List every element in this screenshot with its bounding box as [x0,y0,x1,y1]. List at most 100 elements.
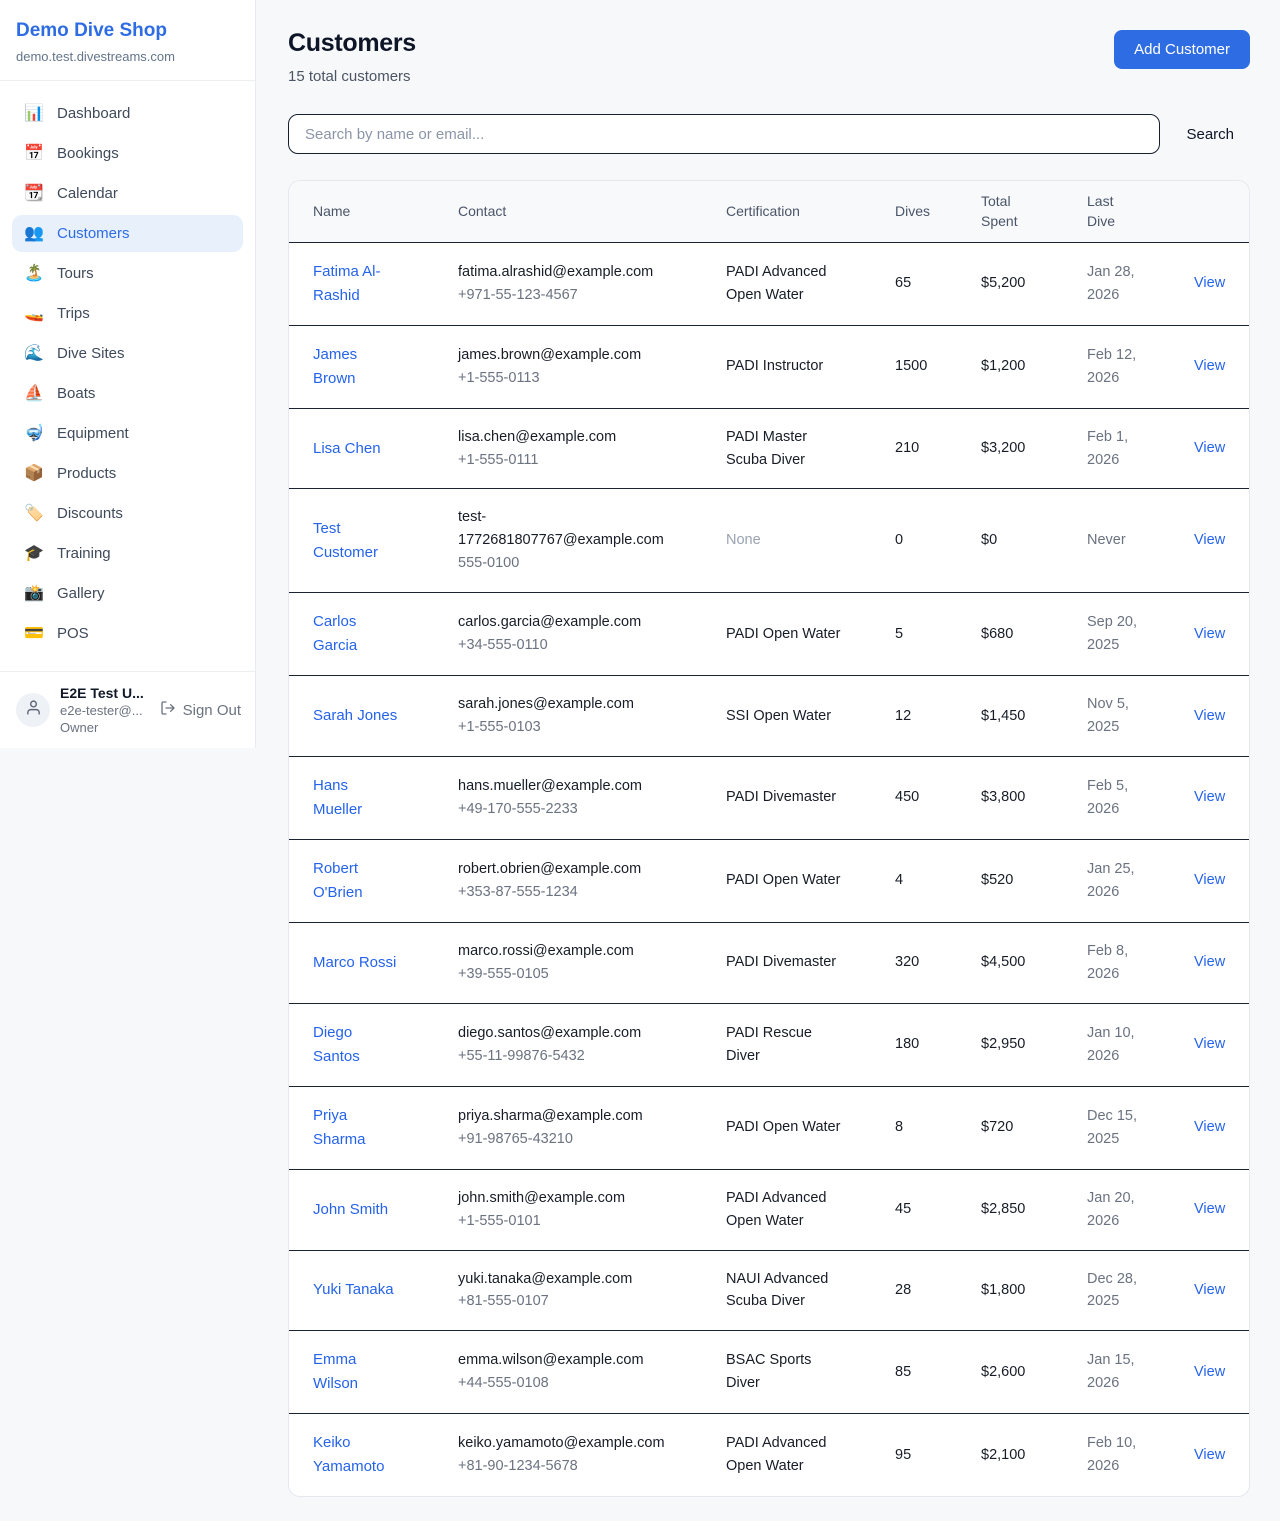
customers-table: NameContactCertificationDivesTotal Spent… [289,181,1249,1496]
customer-name-link[interactable]: Keiko Yamamoto [313,1431,401,1479]
sidebar-item-bookings[interactable]: 📅 Bookings [12,135,243,172]
customer-total-spent: $1,200 [965,325,1071,408]
customer-name-link[interactable]: Diego Santos [313,1021,401,1069]
view-customer-link[interactable]: View [1194,789,1225,805]
boats-icon: ⛵ [24,386,44,402]
sidebar-item-training[interactable]: 🎓 Training [12,535,243,572]
customer-name-link[interactable]: Fatima Al-Rashid [313,260,401,308]
customer-phone: +49-170-555-2233 [458,798,694,821]
sidebar-item-trips[interactable]: 🚤 Trips [12,295,243,332]
tours-icon: 🏝️ [24,266,44,282]
table-row: Robert O'Brien robert.obrien@example.com… [289,839,1249,922]
view-customer-link[interactable]: View [1194,1447,1225,1463]
page-header: Customers 15 total customers Add Custome… [288,26,1250,85]
customer-dives: 450 [879,756,965,839]
customer-certification: PADI Open Water [726,623,840,646]
search-input[interactable] [288,114,1160,154]
sidebar-item-dashboard[interactable]: 📊 Dashboard [12,95,243,132]
customer-certification: PADI Divemaster [726,951,836,974]
brand-name[interactable]: Demo Dive Shop [16,20,239,42]
table-row: Keiko Yamamoto keiko.yamamoto@example.co… [289,1414,1249,1497]
view-customer-link[interactable]: View [1194,1282,1225,1298]
table-row: Sarah Jones sarah.jones@example.com +1-5… [289,676,1249,757]
sidebar-item-label: Discounts [57,505,123,522]
customer-total-spent: $5,200 [965,242,1071,325]
customer-dives: 85 [879,1331,965,1414]
sidebar-item-products[interactable]: 📦 Products [12,455,243,492]
customer-email: priya.sharma@example.com [458,1105,678,1128]
customer-name-link[interactable]: Hans Mueller [313,774,401,822]
customer-certification: PADI Open Water [726,1116,840,1139]
user-name: E2E Test U... [60,685,150,701]
sidebar-item-label: Trips [57,305,90,322]
view-customer-link[interactable]: View [1194,1364,1225,1380]
customer-name-link[interactable]: Marco Rossi [313,951,396,975]
customer-total-spent: $0 [965,489,1071,593]
view-customer-link[interactable]: View [1194,358,1225,374]
table-row: Lisa Chen lisa.chen@example.com +1-555-0… [289,408,1249,489]
customer-name-link[interactable]: Test Customer [313,517,401,565]
view-customer-link[interactable]: View [1194,532,1225,548]
customer-dives: 28 [879,1250,965,1331]
view-customer-link[interactable]: View [1194,1201,1225,1217]
sidebar-item-discounts[interactable]: 🏷️ Discounts [12,495,243,532]
customer-last-dive: Feb 12, 2026 [1087,344,1162,390]
sidebar-item-label: Bookings [57,145,119,162]
sidebar-item-tours[interactable]: 🏝️ Tours [12,255,243,292]
sidebar-item-customers[interactable]: 👥 Customers [12,215,243,252]
table-row: John Smith john.smith@example.com +1-555… [289,1169,1249,1250]
customer-name-link[interactable]: Carlos Garcia [313,610,401,658]
view-customer-link[interactable]: View [1194,275,1225,291]
customer-certification: PADI Master Scuba Diver [726,426,844,472]
sidebar-item-boats[interactable]: ⛵ Boats [12,375,243,412]
view-customer-link[interactable]: View [1194,954,1225,970]
customer-last-dive: Feb 10, 2026 [1087,1432,1162,1478]
customer-total-spent: $1,800 [965,1250,1071,1331]
sidebar-item-gallery[interactable]: 📸 Gallery [12,575,243,612]
customer-name-link[interactable]: John Smith [313,1198,388,1222]
customer-name-link[interactable]: Sarah Jones [313,704,397,728]
customer-count: 15 total customers [288,68,416,85]
customer-total-spent: $2,950 [965,1003,1071,1086]
customer-dives: 65 [879,242,965,325]
view-customer-link[interactable]: View [1194,440,1225,456]
customer-certification: PADI Advanced Open Water [726,1187,844,1233]
customer-dives: 1500 [879,325,965,408]
sidebar-item-dive-sites[interactable]: 🌊 Dive Sites [12,335,243,372]
view-customer-link[interactable]: View [1194,1119,1225,1135]
sidebar-item-equipment[interactable]: 🤿 Equipment [12,415,243,452]
search-button[interactable]: Search [1170,118,1250,151]
customer-certification: PADI Divemaster [726,786,836,809]
view-customer-link[interactable]: View [1194,1036,1225,1052]
view-customer-link[interactable]: View [1194,708,1225,724]
table-row: James Brown james.brown@example.com +1-5… [289,325,1249,408]
customer-name-link[interactable]: Yuki Tanaka [313,1278,394,1302]
customer-name-link[interactable]: Lisa Chen [313,437,381,461]
sidebar-item-calendar[interactable]: 📆 Calendar [12,175,243,212]
customer-name-link[interactable]: Robert O'Brien [313,857,401,905]
customer-email: emma.wilson@example.com [458,1349,678,1372]
sign-out-button[interactable]: Sign Out [160,700,241,720]
customer-name-link[interactable]: Emma Wilson [313,1348,401,1396]
customer-phone: +1-555-0101 [458,1210,694,1233]
customer-total-spent: $2,850 [965,1169,1071,1250]
customer-phone: +55-11-99876-5432 [458,1045,694,1068]
customer-email: carlos.garcia@example.com [458,611,678,634]
sidebar-item-label: POS [57,625,89,642]
customer-phone: +81-90-1234-5678 [458,1455,694,1478]
sidebar-item-label: Gallery [57,585,105,602]
view-customer-link[interactable]: View [1194,626,1225,642]
sidebar-item-pos[interactable]: 💳 POS [12,615,243,652]
sidebar-item-label: Dive Sites [57,345,125,362]
customer-name-link[interactable]: James Brown [313,343,401,391]
sidebar: Demo Dive Shop demo.test.divestreams.com… [0,0,256,748]
add-customer-button[interactable]: Add Customer [1114,30,1250,69]
view-customer-link[interactable]: View [1194,872,1225,888]
customer-total-spent: $2,100 [965,1414,1071,1497]
user-section: E2E Test U... e2e-tester@... Owner Sign … [0,671,255,748]
column-header: Dives [879,181,965,242]
sign-out-label: Sign Out [183,702,241,719]
customer-dives: 4 [879,839,965,922]
customer-phone: +1-555-0111 [458,449,694,472]
customer-name-link[interactable]: Priya Sharma [313,1104,401,1152]
